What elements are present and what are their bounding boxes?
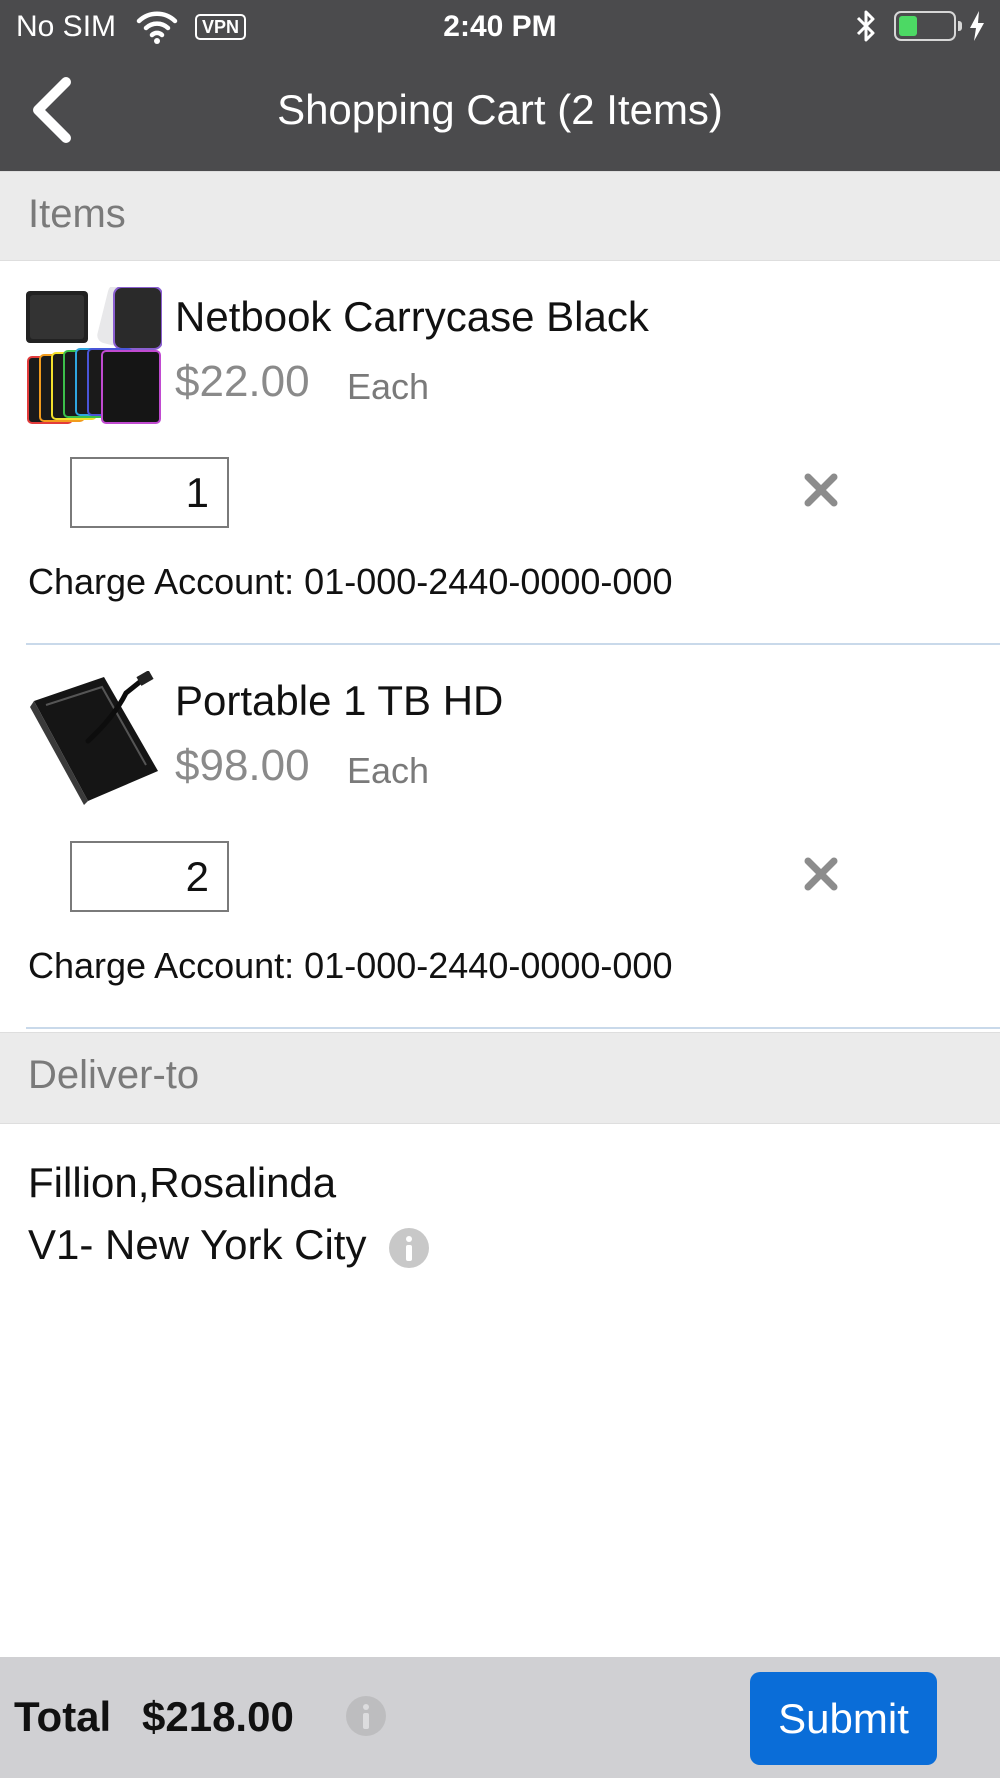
item-price: $98.00 [175, 741, 310, 790]
items-section-header: Items [0, 171, 1000, 261]
info-icon[interactable] [345, 1695, 387, 1737]
item-name: Portable 1 TB HD [175, 677, 504, 724]
app-root: No SIM VPN 2:40 PM Shopping Cart (2 Item… [0, 0, 1000, 1778]
nav-bar: Shopping Cart (2 Items) [0, 54, 1000, 171]
items-section-label: Items [28, 192, 126, 236]
deliver-section-label: Deliver-to [28, 1053, 200, 1097]
item-unit: Each [347, 366, 430, 407]
close-icon[interactable] [800, 853, 842, 895]
total-label: Total [14, 1693, 112, 1740]
product-image-carrycase [26, 287, 162, 424]
item-divider [26, 1027, 1000, 1029]
info-icon[interactable] [388, 1227, 430, 1269]
battery-level [899, 16, 917, 36]
item-name: Netbook Carrycase Black [175, 293, 649, 340]
battery-icon [894, 11, 956, 41]
status-bar: No SIM VPN 2:40 PM [0, 0, 1000, 54]
cart-footer: Total $218.00 Submit [0, 1657, 1000, 1778]
deliver-to-name: Fillion,Rosalinda [28, 1159, 337, 1206]
deliver-to-block: Fillion,Rosalinda V1- New York City [28, 1152, 430, 1276]
item-unit: Each [347, 750, 430, 791]
cart-item: Portable 1 TB HD $98.00 Each Charge Acco… [0, 645, 1000, 1029]
battery-nub [958, 21, 962, 31]
bolt-icon [970, 11, 984, 41]
page-title: Shopping Cart (2 Items) [277, 86, 723, 133]
quantity-input[interactable] [70, 457, 229, 528]
total-value: $218.00 [142, 1693, 294, 1740]
charge-account: Charge Account: 01-000-2440-0000-000 [28, 561, 673, 602]
status-time: 2:40 PM [443, 10, 557, 43]
deliver-to-location: V1- New York City [28, 1221, 367, 1268]
deliver-section-header: Deliver-to [0, 1032, 1000, 1124]
charge-account: Charge Account: 01-000-2440-0000-000 [28, 945, 673, 986]
bluetooth-icon [856, 10, 875, 42]
submit-button[interactable]: Submit [750, 1672, 937, 1765]
cart-item: Netbook Carrycase Black $22.00 Each Char… [0, 261, 1000, 645]
quantity-input[interactable] [70, 841, 229, 912]
item-price: $22.00 [175, 357, 310, 406]
product-image-hard-drive [30, 671, 158, 805]
deliver-to-location-row: V1- New York City [28, 1214, 430, 1276]
close-icon[interactable] [800, 469, 842, 511]
